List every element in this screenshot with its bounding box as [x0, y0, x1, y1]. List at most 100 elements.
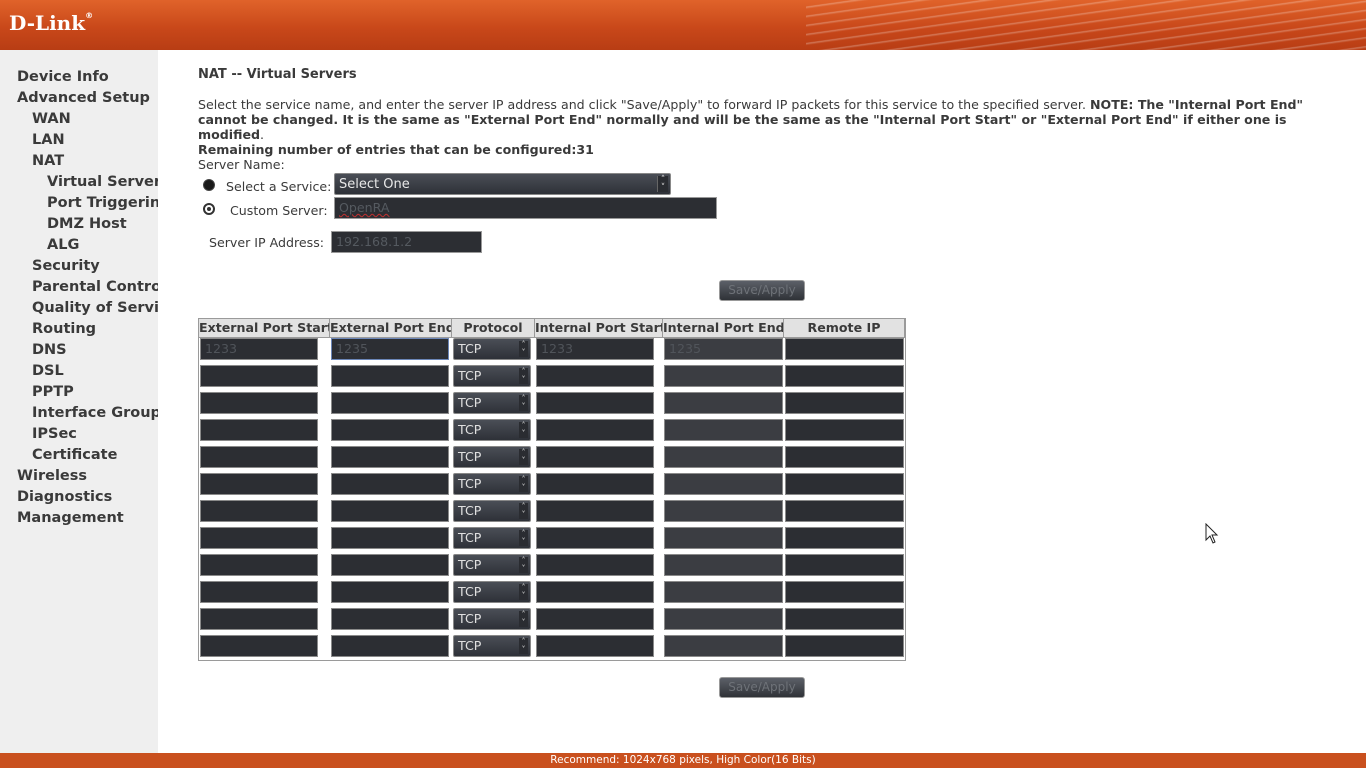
sidebar-item[interactable]: WAN	[32, 111, 71, 127]
sidebar-item[interactable]: DMZ Host	[47, 216, 127, 232]
protocol-select[interactable]: TCP ˄ ˅	[453, 338, 531, 360]
sidebar-nav: Device Info Advanced Setup WAN LAN NAT Virtua…	[0, 50, 158, 753]
internal-port-end-input	[664, 419, 783, 441]
remote-ip-input[interactable]	[785, 554, 904, 576]
sidebar-item[interactable]: Advanced Setup	[17, 90, 150, 106]
internal-port-start-input[interactable]	[536, 473, 654, 495]
sidebar-item[interactable]: PPTP	[32, 384, 74, 400]
protocol-select[interactable]: TCP ˄ ˅	[453, 554, 531, 576]
internal-port-start-input[interactable]	[536, 554, 654, 576]
sidebar-item[interactable]: NAT	[32, 153, 64, 169]
internal-port-start-input[interactable]: 1233	[536, 338, 654, 360]
sidebar-item[interactable]: Wireless	[17, 468, 87, 484]
server-name-label: Server Name:	[198, 157, 285, 172]
remote-ip-input[interactable]	[785, 392, 904, 414]
sidebar-item[interactable]: Virtual Servers	[47, 174, 158, 190]
external-port-start-input[interactable]	[200, 500, 318, 522]
external-port-start-input[interactable]: 1233	[200, 338, 318, 360]
external-port-start-input[interactable]	[200, 527, 318, 549]
external-port-start-input[interactable]	[200, 635, 318, 657]
internal-port-start-input[interactable]	[536, 365, 654, 387]
remote-ip-input[interactable]	[785, 446, 904, 468]
remote-ip-input[interactable]	[785, 527, 904, 549]
sidebar-item[interactable]: Diagnostics	[17, 489, 112, 505]
sidebar-item[interactable]: Device Info	[17, 69, 109, 85]
internal-port-start-input[interactable]	[536, 392, 654, 414]
external-port-end-input[interactable]	[331, 554, 449, 576]
internal-port-end-input	[664, 473, 783, 495]
sidebar-item[interactable]: Port Triggering	[47, 195, 158, 211]
column-header: Remote IP	[784, 319, 905, 338]
external-port-end-input[interactable]	[331, 365, 449, 387]
external-port-start-input[interactable]	[200, 473, 318, 495]
service-select[interactable]: Select One ˄ ˅	[334, 173, 671, 195]
sidebar-item[interactable]: Interface Grouping	[32, 405, 158, 421]
sidebar-item[interactable]: DNS	[32, 342, 67, 358]
protocol-select[interactable]: TCP ˄ ˅	[453, 446, 531, 468]
protocol-select[interactable]: TCP ˄ ˅	[453, 365, 531, 387]
protocol-select[interactable]: TCP ˄ ˅	[453, 527, 531, 549]
protocol-select[interactable]: TCP ˄ ˅	[453, 473, 531, 495]
external-port-start-input[interactable]	[200, 581, 318, 603]
internal-port-start-input[interactable]	[536, 608, 654, 630]
protocol-select[interactable]: TCP ˄ ˅	[453, 419, 531, 441]
external-port-start-input[interactable]	[200, 392, 318, 414]
sidebar-item[interactable]: Certificate	[32, 447, 117, 463]
protocol-select[interactable]: TCP ˄ ˅	[453, 581, 531, 603]
remote-ip-input[interactable]	[785, 365, 904, 387]
external-port-end-input[interactable]	[331, 527, 449, 549]
internal-port-start-input[interactable]	[536, 581, 654, 603]
external-port-end-input[interactable]: 1235	[331, 338, 449, 360]
protocol-select[interactable]: TCP ˄ ˅	[453, 392, 531, 414]
external-port-start-input[interactable]	[200, 365, 318, 387]
sidebar-item[interactable]: DSL	[32, 363, 64, 379]
internal-port-start-input[interactable]	[536, 635, 654, 657]
sidebar-item[interactable]: Management	[17, 510, 124, 526]
internal-port-start-input[interactable]	[536, 446, 654, 468]
protocol-select[interactable]: TCP ˄ ˅	[453, 635, 531, 657]
custom-server-radio[interactable]	[203, 203, 215, 215]
internal-port-end-input	[664, 527, 783, 549]
remote-ip-input[interactable]	[785, 338, 904, 360]
remote-ip-input[interactable]	[785, 608, 904, 630]
external-port-start-input[interactable]	[200, 554, 318, 576]
internal-port-start-input[interactable]	[536, 500, 654, 522]
column-header: External Port End	[330, 319, 452, 338]
custom-server-input[interactable]: OpenRA	[334, 197, 717, 219]
select-service-radio[interactable]	[203, 179, 215, 191]
external-port-start-input[interactable]	[200, 419, 318, 441]
external-port-end-input[interactable]	[331, 419, 449, 441]
external-port-end-input[interactable]	[331, 392, 449, 414]
external-port-end-input[interactable]	[331, 635, 449, 657]
sidebar-item[interactable]: Quality of Service	[32, 300, 158, 316]
sidebar-item[interactable]: LAN	[32, 132, 65, 148]
external-port-end-input[interactable]	[331, 473, 449, 495]
save-apply-button-bottom[interactable]: Save/Apply	[719, 677, 805, 698]
external-port-end-input[interactable]	[331, 446, 449, 468]
protocol-select[interactable]: TCP ˄ ˅	[453, 608, 531, 630]
sidebar-item[interactable]: Parental Control	[32, 279, 158, 295]
updown-arrows-icon: ˄ ˅	[519, 530, 528, 546]
column-header: Internal Port Start	[535, 319, 663, 338]
remote-ip-input[interactable]	[785, 473, 904, 495]
sidebar-item[interactable]: IPSec	[32, 426, 77, 442]
remote-ip-input[interactable]	[785, 635, 904, 657]
sidebar-item[interactable]: Security	[32, 258, 100, 274]
remote-ip-input[interactable]	[785, 581, 904, 603]
server-ip-input[interactable]: 192.168.1.2	[331, 231, 482, 253]
external-port-end-input[interactable]	[331, 608, 449, 630]
external-port-end-input[interactable]	[331, 581, 449, 603]
remote-ip-input[interactable]	[785, 419, 904, 441]
remote-ip-input[interactable]	[785, 500, 904, 522]
external-port-end-input[interactable]	[331, 500, 449, 522]
external-port-start-input[interactable]	[200, 608, 318, 630]
save-apply-button-top[interactable]: Save/Apply	[719, 280, 805, 301]
sidebar-item[interactable]: ALG	[47, 237, 79, 253]
dlink-logo: D-Link®	[9, 11, 94, 35]
internal-port-start-input[interactable]	[536, 527, 654, 549]
external-port-start-input[interactable]	[200, 446, 318, 468]
sidebar-item[interactable]: Routing	[32, 321, 96, 337]
column-header: Internal Port End	[663, 319, 784, 338]
protocol-select[interactable]: TCP ˄ ˅	[453, 500, 531, 522]
internal-port-start-input[interactable]	[536, 419, 654, 441]
